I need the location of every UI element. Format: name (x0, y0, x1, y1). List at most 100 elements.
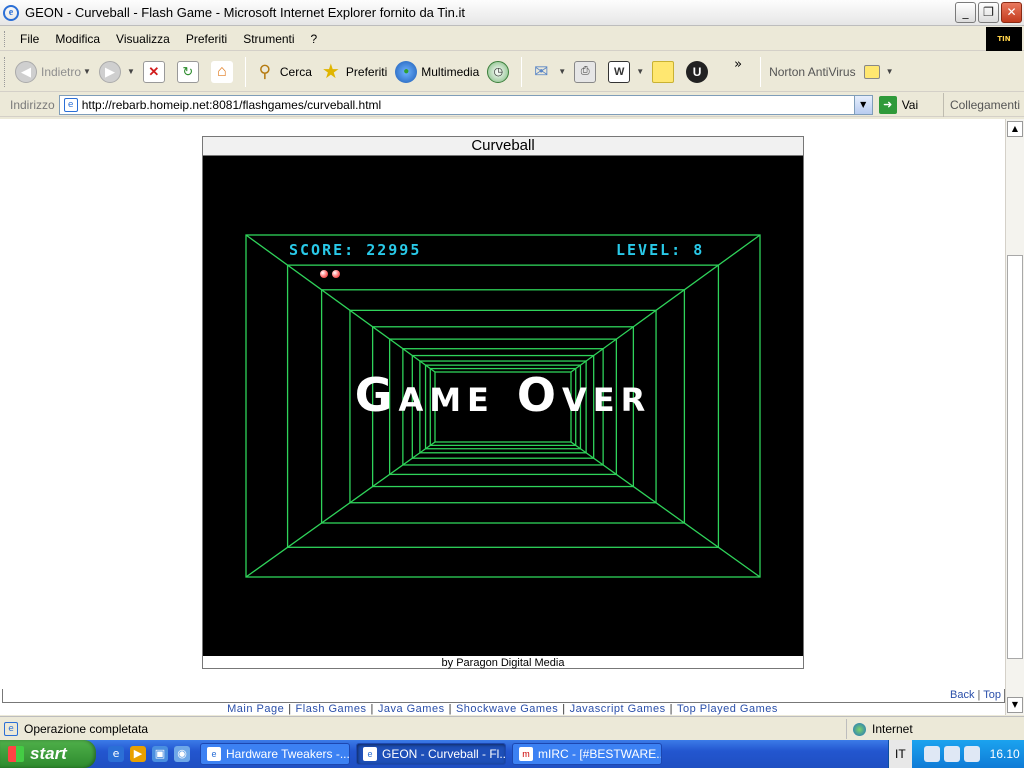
game-container: Curveball SCORE: 22995 LEVEL: 8 Game Ove… (202, 136, 804, 669)
address-label: Indirizzo (10, 97, 55, 112)
address-dropdown-icon[interactable]: ▼ (853, 95, 872, 114)
back-link[interactable]: Back (950, 689, 974, 701)
edit-button[interactable]: W ▼ (604, 55, 648, 89)
minimize-button[interactable]: _ (955, 2, 976, 23)
history-button[interactable]: ◷ (483, 55, 517, 89)
scroll-thumb[interactable] (1007, 255, 1023, 659)
maximize-button[interactable]: ❐ (978, 2, 999, 23)
menu-visualizza[interactable]: Visualizza (108, 32, 178, 46)
vertical-scrollbar[interactable]: ▲ ▼ (1005, 119, 1024, 715)
tunnel-edge (570, 441, 761, 578)
menu-help[interactable]: ? (303, 32, 326, 46)
toolbar-separator (760, 56, 762, 87)
ie-window-icon: e (363, 747, 377, 761)
links-button[interactable]: Collegamenti (942, 93, 1020, 117)
u-logo-icon: U (686, 60, 709, 83)
language-indicator[interactable]: IT (889, 740, 912, 768)
more-chevron-icon[interactable]: » (734, 57, 742, 72)
toolbar-grip[interactable] (4, 56, 7, 87)
chevron-down-icon[interactable]: ▼ (636, 67, 644, 76)
go-arrow-icon: ➜ (878, 95, 897, 114)
isp-logo-icon: TIN (986, 27, 1022, 51)
menu-modifica[interactable]: Modifica (47, 32, 108, 46)
desktop-icon[interactable]: ▣ (152, 746, 168, 762)
menu-preferiti[interactable]: Preferiti (178, 32, 235, 46)
print-button[interactable]: ⎙ (570, 55, 604, 89)
safely-remove-icon[interactable] (963, 746, 980, 762)
nav-javascript-games[interactable]: Javascript Games (570, 703, 666, 715)
address-url[interactable]: http://rebarb.homeip.net:8081/flashgames… (82, 98, 382, 112)
nav-java-games[interactable]: Java Games (378, 703, 445, 715)
site-navigation: Main Page | Flash Games | Java Games | Shockwa… (0, 703, 1005, 715)
nav-flash-games[interactable]: Flash Games (296, 703, 367, 715)
chevron-down-icon[interactable]: ▼ (886, 67, 894, 76)
tunnel-edge (245, 441, 436, 578)
task-mirc[interactable]: m mIRC - [#BESTWARE... (512, 743, 662, 765)
favorites-button[interactable]: ★ Preferiti (316, 55, 391, 89)
task-label: mIRC - [#BESTWARE... (538, 747, 662, 761)
globe-icon: ● (395, 60, 418, 83)
score-label: SCORE: (289, 241, 356, 259)
task-hardware-tweakers[interactable]: e Hardware Tweakers -... (200, 743, 350, 765)
scroll-up-icon[interactable]: ▲ (1007, 121, 1023, 137)
nav-divider: | (562, 703, 566, 715)
nav-top-played-games[interactable]: Top Played Games (677, 703, 778, 715)
notes-button[interactable] (648, 55, 682, 89)
star-icon: ★ (321, 61, 340, 83)
chevron-down-icon[interactable]: ▼ (83, 67, 91, 76)
back-label: Indietro (41, 64, 82, 79)
menu-strumenti[interactable]: Strumenti (235, 32, 302, 46)
top-link[interactable]: Top (983, 689, 1001, 701)
page-bottom-bar (2, 689, 1005, 703)
mirc-icon: m (519, 747, 533, 761)
windows-logo-icon (8, 746, 24, 762)
forward-button[interactable]: ▶ ▼ (95, 55, 139, 89)
address-input[interactable]: e http://rebarb.homeip.net:8081/flashgam… (58, 94, 873, 115)
page-icon: e (63, 97, 78, 112)
norton-label: Norton AntiVirus (769, 64, 856, 79)
address-bar: Indirizzo e http://rebarb.homeip.net:808… (0, 93, 1024, 117)
network-icon[interactable] (943, 746, 960, 762)
menu-file[interactable]: File (12, 32, 47, 46)
start-label: start (30, 744, 67, 763)
chevron-down-icon[interactable]: ▼ (558, 67, 566, 76)
forward-arrow-icon: ▶ (98, 60, 121, 83)
close-button[interactable]: ✕ (1001, 2, 1022, 23)
ie-window-icon: e (207, 747, 221, 761)
task-geon-curveball[interactable]: e GEON - Curveball - Fl... (356, 743, 506, 765)
browser-window: e GEON - Curveball - Flash Game - Micros… (0, 0, 1024, 740)
mail-button[interactable]: ✉ ▼ (526, 55, 570, 89)
norton-antivirus-button[interactable]: Norton AntiVirus ▼ (765, 55, 897, 89)
refresh-icon: ↻ (176, 60, 199, 83)
globe-icon (853, 722, 866, 736)
ie-quicklaunch-icon[interactable]: e (108, 746, 124, 762)
level-display: LEVEL: 8 (616, 241, 704, 259)
go-button[interactable]: ➜ Vai (878, 95, 918, 114)
toolbar-grip[interactable] (4, 30, 7, 47)
u-button[interactable]: U (682, 55, 716, 89)
flash-game-stage[interactable]: SCORE: 22995 LEVEL: 8 Game Over (203, 156, 803, 656)
standard-toolbar: ◀ Indietro ▼ ▶ ▼ ✕ ↻ ⌂ ⚲ Cerca ★ Preferi… (0, 52, 1024, 92)
history-icon: ◷ (487, 60, 510, 83)
chevron-down-icon[interactable]: ▼ (127, 67, 135, 76)
nav-shockwave-games[interactable]: Shockwave Games (456, 703, 558, 715)
media-player-icon[interactable]: ▶ (130, 746, 146, 762)
refresh-button[interactable]: ↻ (173, 55, 207, 89)
nav-main-page[interactable]: Main Page (227, 703, 284, 715)
browser-icon[interactable]: ◉ (174, 746, 190, 762)
note-icon (652, 60, 675, 83)
security-zone[interactable]: Internet (846, 719, 1024, 739)
tray-expand-icon[interactable] (923, 746, 940, 762)
search-button[interactable]: ⚲ Cerca (250, 55, 316, 89)
media-button[interactable]: ● Multimedia (391, 55, 483, 89)
search-icon: ⚲ (258, 61, 272, 81)
nav-divider: | (288, 703, 292, 715)
mail-icon: ✉ (534, 61, 549, 81)
score-value: 22995 (366, 241, 422, 259)
zone-label: Internet (872, 722, 913, 736)
home-button[interactable]: ⌂ (207, 55, 241, 89)
stop-button[interactable]: ✕ (139, 55, 173, 89)
back-button[interactable]: ◀ Indietro ▼ (11, 55, 95, 89)
start-button[interactable]: start (0, 740, 96, 768)
scroll-down-icon[interactable]: ▼ (1007, 697, 1023, 713)
